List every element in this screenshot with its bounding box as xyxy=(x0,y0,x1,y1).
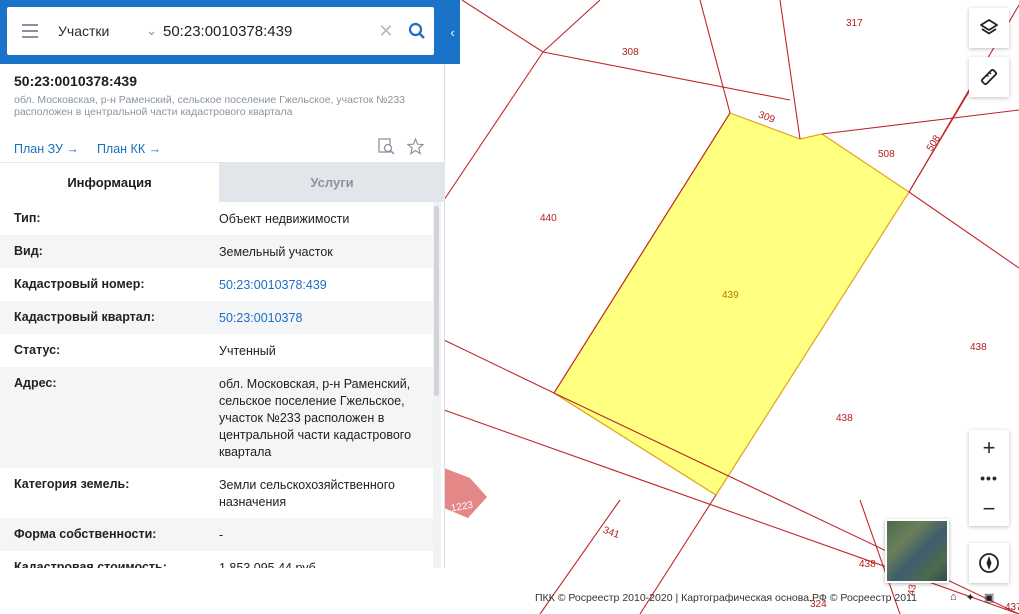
label-440: 440 xyxy=(540,213,557,224)
info-row-address: Адрес: обл. Московская, р-н Раменский, с… xyxy=(0,367,433,468)
locate-icon[interactable]: ✦ xyxy=(966,591,975,604)
zoom-in-button[interactable]: + xyxy=(969,430,1009,465)
collapse-panel-icon[interactable]: ‹ xyxy=(445,20,460,44)
tabs: Информация Услуги xyxy=(0,162,445,202)
info-row-kind: Вид: Земельный участок xyxy=(0,235,433,268)
info-row-land-category: Категория земель: Земли сельскохозяйстве… xyxy=(0,468,433,518)
label-309: 309 xyxy=(757,110,777,126)
info-row-cadastral-number: Кадастровый номер: 50:23:0010378:439 xyxy=(0,268,433,301)
object-header: 50:23:0010378:439 обл. Московская, р-н Р… xyxy=(14,73,434,118)
row-value: обл. Московская, р-н Раменский, сельское… xyxy=(219,377,412,459)
selected-parcel-439[interactable] xyxy=(553,112,910,496)
more-options-icon[interactable]: ••• xyxy=(969,465,1009,491)
label-439: 439 xyxy=(722,290,739,301)
label-438-a: 438 xyxy=(970,342,987,353)
row-label: Кадастровый номер: xyxy=(14,277,145,291)
cadastral-number-link[interactable]: 50:23:0010378:439 xyxy=(219,275,433,294)
info-row-type: Тип: Объект недвижимости xyxy=(0,202,433,235)
search-header: Участки ⌄ ✕ ‹ xyxy=(0,0,460,64)
panel-bottom xyxy=(0,568,445,614)
favorite-star-icon[interactable] xyxy=(406,137,425,160)
row-value: 1 853 095,44 руб. xyxy=(219,561,320,568)
row-value: Земли сельскохозяйственного назначения xyxy=(219,478,395,509)
plan-links: План ЗУ → План КК → xyxy=(14,137,434,160)
row-value: Учтенный xyxy=(219,344,276,358)
object-subtitle: обл. Московская, р-н Раменский, сельское… xyxy=(14,94,406,118)
chevron-down-icon: ⌄ xyxy=(146,23,157,38)
info-row-status: Статус: Учтенный xyxy=(0,334,433,367)
plan-kk-link[interactable]: План КК → xyxy=(97,142,161,156)
scrollbar-thumb[interactable] xyxy=(434,206,439,396)
label-508: 508 xyxy=(878,149,895,160)
map-attribution: ПКК © Росреестр 2010-2020 | Картографиче… xyxy=(535,592,917,604)
ruler-icon[interactable] xyxy=(969,57,1009,97)
object-title: 50:23:0010378:439 xyxy=(14,73,137,89)
layer-select-value: Участки xyxy=(58,23,110,39)
row-value: Объект недвижимости xyxy=(219,212,350,226)
info-table: Тип: Объект недвижимости Вид: Земельный … xyxy=(0,202,433,568)
row-label: Вид: xyxy=(14,244,43,258)
plan-zu-link[interactable]: План ЗУ → xyxy=(14,142,79,156)
info-panel: Участки ⌄ ✕ ‹ 50:23:0010378:439 обл. Мос… xyxy=(0,0,460,614)
layer-select[interactable]: Участки ⌄ xyxy=(53,7,161,55)
zoom-out-button[interactable]: − xyxy=(969,491,1009,526)
info-row-cadastral-quarter: Кадастровый квартал: 50:23:0010378 xyxy=(0,301,433,334)
basemap-switcher-thumbnail[interactable] xyxy=(885,519,949,583)
zoom-controls: + ••• − xyxy=(969,430,1009,526)
compass-icon[interactable] xyxy=(969,543,1009,583)
label-317: 317 xyxy=(846,18,863,29)
zoom-to-object-icon[interactable] xyxy=(378,138,395,160)
row-label: Форма собственности: xyxy=(14,527,157,541)
row-label: Тип: xyxy=(14,211,41,225)
label-308: 308 xyxy=(622,47,639,58)
search-input[interactable] xyxy=(161,7,372,55)
label-438-b: 438 xyxy=(836,413,853,424)
search-bar: Участки ⌄ ✕ xyxy=(7,7,434,55)
info-row-ownership: Форма собственности: - xyxy=(0,518,433,551)
tab-info[interactable]: Информация xyxy=(0,162,219,202)
home-icon[interactable]: ⌂ xyxy=(950,591,957,604)
label-508-b: 508 xyxy=(925,133,943,153)
search-icon[interactable] xyxy=(400,22,434,40)
label-438-c: 438 xyxy=(859,559,876,570)
row-label: Адрес: xyxy=(14,376,57,390)
layers-icon[interactable] xyxy=(969,8,1009,48)
menu-icon[interactable] xyxy=(7,7,53,55)
row-value: Земельный участок xyxy=(219,245,333,259)
map-bottom-icons: ⌂ ✦ ▣ xyxy=(950,591,994,604)
row-label: Кадастровая стоимость: xyxy=(14,560,167,568)
row-label: Кадастровый квартал: xyxy=(14,310,155,324)
clear-icon[interactable]: ✕ xyxy=(372,21,400,42)
tab-services[interactable]: Услуги xyxy=(219,162,445,202)
row-label: Статус: xyxy=(14,343,61,357)
fullscreen-icon[interactable]: ▣ xyxy=(984,591,994,604)
row-value: - xyxy=(219,528,224,542)
row-label: Категория земель: xyxy=(14,477,130,491)
cadastral-quarter-link[interactable]: 50:23:0010378 xyxy=(219,308,433,327)
label-437-b: 437 xyxy=(1005,602,1019,613)
label-341: 341 xyxy=(601,525,621,541)
info-row-cadastral-value: Кадастровая стоимость: 1 853 095,44 руб. xyxy=(0,551,433,568)
